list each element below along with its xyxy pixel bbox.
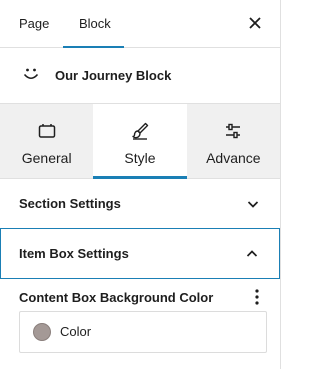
item-box-settings-toggle[interactable]: Item Box Settings [0, 228, 280, 279]
tab-advance[interactable]: Advance [187, 104, 280, 178]
close-icon[interactable] [246, 14, 264, 32]
more-options-icon[interactable] [254, 288, 260, 306]
section-title: Item Box Settings [19, 246, 129, 261]
color-control-header: Content Box Background Color [0, 279, 280, 307]
tab-advance-label: Advance [206, 150, 261, 166]
color-swatch [33, 323, 51, 341]
block-inspector-panel: Page Block Our Journey Block General Sty… [0, 0, 281, 369]
style-tab-bar: General Style Advance [0, 104, 280, 179]
inspector-tab-bar: Page Block [0, 0, 280, 48]
block-title: Our Journey Block [55, 68, 172, 83]
sliders-icon [226, 123, 241, 139]
tab-page[interactable]: Page [19, 0, 49, 47]
color-button-label: Color [60, 324, 92, 339]
tab-style[interactable]: Style [93, 104, 187, 179]
brush-icon [132, 122, 149, 140]
color-picker-button[interactable]: Color [19, 311, 267, 353]
section-title: Section Settings [19, 196, 121, 211]
tab-general-label: General [21, 150, 72, 166]
panel-icon [38, 124, 55, 138]
chevron-down-icon [247, 201, 259, 208]
block-card: Our Journey Block [0, 48, 280, 104]
tab-style-label: Style [124, 150, 156, 166]
smile-icon [23, 68, 39, 80]
chevron-up-icon [246, 250, 258, 257]
tab-block[interactable]: Block [63, 0, 124, 48]
tab-block-label: Block [79, 16, 111, 31]
section-settings-toggle[interactable]: Section Settings [0, 179, 280, 229]
color-control-label: Content Box Background Color [19, 290, 214, 305]
tab-general[interactable]: General [0, 104, 93, 178]
